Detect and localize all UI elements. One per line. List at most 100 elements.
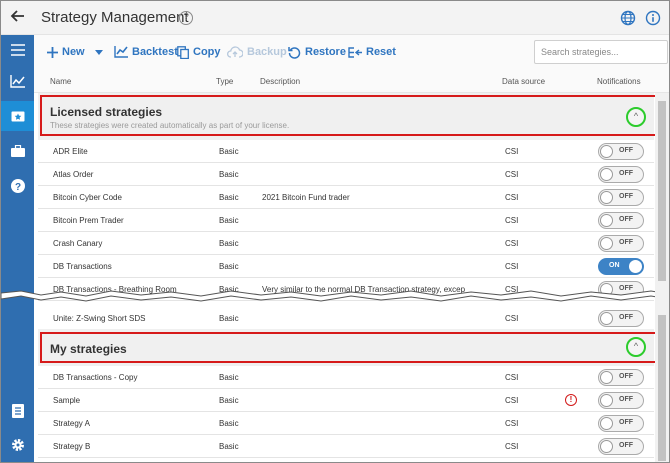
- toggle-knob: [600, 417, 613, 430]
- strategy-type: Basic: [219, 147, 239, 156]
- column-header-description[interactable]: Description: [260, 77, 300, 86]
- column-header-type[interactable]: Type: [216, 77, 233, 86]
- column-header-data-source[interactable]: Data source: [502, 77, 545, 86]
- copy-icon: [177, 45, 189, 59]
- backup-button[interactable]: Backup: [227, 44, 287, 60]
- help-circle-icon[interactable]: ?: [1, 171, 34, 201]
- strategy-name: ADR Elite: [53, 147, 88, 156]
- strategy-icon[interactable]: [1, 101, 34, 131]
- notification-toggle[interactable]: OFF: [598, 369, 644, 386]
- table-row[interactable]: Unite: Z-Swing Short SDS Basic CSI OFF: [38, 307, 654, 330]
- reset-button[interactable]: Reset: [348, 44, 396, 60]
- strategy-name: Crash Canary: [53, 239, 103, 248]
- notification-toggle[interactable]: OFF: [598, 143, 644, 160]
- caret-down-icon[interactable]: [94, 49, 103, 55]
- table-row[interactable]: Crash Canary Basic CSI OFF: [38, 232, 654, 255]
- briefcase-icon[interactable]: [1, 136, 34, 166]
- toggle-knob: [600, 145, 613, 158]
- toggle-label: OFF: [619, 216, 633, 223]
- restore-button[interactable]: Restore: [288, 44, 346, 60]
- strategy-name: Bitcoin Cyber Code: [53, 193, 122, 202]
- strategy-name: Bitcoin Prem Trader: [53, 216, 124, 225]
- table-header: Name Type Description Data source Notifi…: [34, 69, 669, 93]
- notification-toggle[interactable]: ON: [598, 258, 644, 275]
- info-icon[interactable]: [645, 10, 661, 26]
- notification-toggle[interactable]: OFF: [598, 235, 644, 252]
- toggle-knob: [600, 312, 613, 325]
- strategy-name: DB Transactions: [53, 262, 112, 271]
- gear-icon[interactable]: [1, 430, 34, 460]
- table-row[interactable]: Strategy B Basic CSI OFF: [38, 435, 654, 458]
- toggle-label: OFF: [619, 419, 633, 426]
- toggle-label: OFF: [619, 373, 633, 380]
- table-row[interactable]: Strategy A Basic CSI OFF: [38, 412, 654, 435]
- new-button[interactable]: New: [47, 44, 107, 60]
- app-window: Strategy Management ? ? New Backtest Cop…: [0, 0, 670, 463]
- strategy-name: Atlas Order: [53, 170, 94, 179]
- notification-toggle[interactable]: OFF: [598, 189, 644, 206]
- copy-button[interactable]: Copy: [177, 44, 221, 60]
- notification-toggle[interactable]: OFF: [598, 166, 644, 183]
- restore-icon: [288, 46, 301, 59]
- scrollbar-thumb[interactable]: [658, 101, 666, 281]
- toggle-label: OFF: [619, 147, 633, 154]
- plus-icon: [47, 46, 58, 58]
- highlight-box-licensed: [40, 95, 657, 136]
- toggle-label: OFF: [619, 442, 633, 449]
- help-icon[interactable]: ?: [179, 11, 193, 25]
- notification-toggle[interactable]: OFF: [598, 392, 644, 409]
- strategy-data-source: CSI: [505, 419, 519, 428]
- title-bar: Strategy Management ?: [1, 1, 669, 35]
- notification-toggle[interactable]: OFF: [598, 438, 644, 455]
- backtest-chart-icon: [114, 46, 128, 58]
- table-row[interactable]: ADR Elite Basic CSI OFF: [38, 140, 654, 163]
- table-row[interactable]: DB Transactions Basic CSI ON: [38, 255, 654, 278]
- globe-icon[interactable]: [620, 10, 636, 26]
- search-input[interactable]: [534, 40, 668, 64]
- strategy-type: Basic: [219, 396, 239, 405]
- svg-text:?: ?: [14, 182, 20, 193]
- table-row[interactable]: Bitcoin Prem Trader Basic CSI OFF: [38, 209, 654, 232]
- table-row[interactable]: Atlas Order Basic CSI OFF: [38, 163, 654, 186]
- cloud-upload-icon: [227, 46, 243, 58]
- strategy-data-source: CSI: [505, 170, 519, 179]
- chart-icon[interactable]: [1, 66, 34, 96]
- strategy-data-source: CSI: [505, 193, 519, 202]
- table-row[interactable]: DB Transactions - Copy Basic CSI OFF: [38, 366, 654, 389]
- strategy-type: Basic: [219, 239, 239, 248]
- strategy-name: Sample: [53, 396, 81, 405]
- sidebar: ?: [1, 35, 34, 462]
- copy-label: Copy: [193, 46, 221, 58]
- column-header-notifications[interactable]: Notifications: [597, 77, 641, 86]
- notification-toggle[interactable]: OFF: [598, 310, 644, 327]
- notification-toggle[interactable]: OFF: [598, 212, 644, 229]
- strategy-type: Basic: [219, 193, 239, 202]
- strategy-data-source: CSI: [505, 216, 519, 225]
- warning-icon[interactable]: !: [565, 394, 577, 406]
- scrollbar[interactable]: [655, 93, 669, 462]
- restore-label: Restore: [305, 46, 346, 58]
- menu-icon[interactable]: [1, 35, 34, 65]
- notification-toggle[interactable]: OFF: [598, 415, 644, 432]
- toggle-knob: [600, 440, 613, 453]
- strategy-data-source: CSI: [505, 314, 519, 323]
- scrollbar-thumb[interactable]: [658, 315, 666, 461]
- reset-label: Reset: [366, 46, 396, 58]
- strategy-type: Basic: [219, 373, 239, 382]
- strategy-type: Basic: [219, 170, 239, 179]
- back-arrow-icon[interactable]: [7, 7, 29, 29]
- strategy-description: 2021 Bitcoin Fund trader: [262, 193, 350, 202]
- table-row[interactable]: Sample Basic CSI! OFF: [38, 389, 654, 412]
- toggle-label: OFF: [619, 239, 633, 246]
- toggle-knob: [600, 394, 613, 407]
- strategy-name: Strategy B: [53, 442, 91, 451]
- table-row[interactable]: Bitcoin Cyber Code Basic 2021 Bitcoin Fund…: [38, 186, 654, 209]
- toggle-label: OFF: [619, 170, 633, 177]
- toolbar: New Backtest Copy Backup Restore Reset: [34, 35, 669, 69]
- new-label: New: [62, 46, 85, 58]
- strategy-data-source: CSI: [505, 147, 519, 156]
- backup-label: Backup: [247, 46, 287, 58]
- document-icon[interactable]: [1, 396, 34, 426]
- column-header-name[interactable]: Name: [50, 77, 71, 86]
- backtest-button[interactable]: Backtest: [114, 44, 178, 60]
